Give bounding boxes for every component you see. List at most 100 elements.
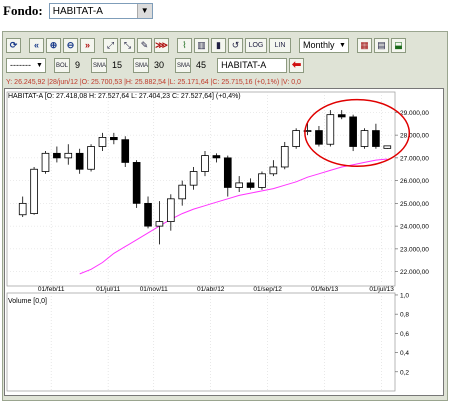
candle-up [166,198,175,222]
volume-tick-label: 0,2 [400,369,409,376]
candle-down [132,162,141,204]
y-tick-label: 29.000,00 [400,110,429,117]
price-frame [6,91,396,287]
volume-tick-label: 0,8 [400,312,409,319]
zoom-in-icon[interactable]: ⊕ [46,37,61,53]
volume-tick-label: 0,6 [400,331,409,338]
x-tick-label: 01/sep/12 [253,286,282,293]
fast-forward-icon[interactable]: ⋙ [154,37,169,53]
candle-down [53,152,61,159]
draw-line-icon[interactable]: ✎ [137,37,152,53]
candle-up [280,146,289,168]
undo-icon[interactable]: ↺ [228,37,243,53]
fondo-select[interactable]: HABITAT-A ▼ [48,3,153,19]
expand-icon[interactable]: ⤢ [103,37,118,53]
y-tick-label: 22.000,00 [400,269,429,276]
bar-chart-icon[interactable]: ▥ [194,37,209,53]
scroll-right-icon[interactable]: » [80,37,95,53]
candle-up [326,114,335,145]
sma-3-button[interactable]: SMA [175,57,192,73]
chevron-down-icon[interactable]: ▼ [136,4,152,18]
style-select-value: ------- [10,59,31,70]
ohlc-info: HABITAT-A [O: 27.418,08 H: 27.527,64 L: … [8,93,241,100]
candle-down [121,139,130,163]
x-tick-label: 01/jul/11 [96,286,120,293]
moving-average-line [79,158,388,275]
candle-up [258,173,266,188]
linear-scale-button[interactable]: LIN [269,37,291,53]
y-tick-label: 28.000,00 [400,133,429,140]
candle-up [155,221,164,227]
sma-2-value: 30 [154,60,165,70]
candle-up [30,168,38,215]
sma-3-value: 45 [196,60,207,70]
candle-down [144,202,152,227]
zoom-out-icon[interactable]: ⊖ [63,37,78,53]
candle-up [87,146,95,170]
arrow-left-icon[interactable]: ⬅ [289,57,305,73]
candle-down [212,155,221,159]
candle-up [64,152,73,159]
x-tick-label: 01/feb/11 [38,286,65,293]
sma-1-value: 15 [112,60,123,70]
candle-up [235,182,244,188]
candle-up [98,137,107,147]
line-chart-icon[interactable]: ⌇ [177,37,192,53]
candle-up [360,130,369,147]
bollinger-value: 9 [75,60,81,70]
candlestick-icon[interactable]: ▮ [211,37,226,53]
candle-down [372,130,380,147]
sma-2-button[interactable]: SMA [133,57,150,73]
y-tick-label: 24.000,00 [400,224,429,231]
export-icon[interactable]: ⬓ [391,37,406,53]
toolbar-primary: ⟳ « ⊕ ⊖ » ⤢ ⤡ ✎ ⋙ ⌇ ▥ ▮ ↺ LOG LIN Monthl… [6,37,406,53]
scroll-left-icon[interactable]: « [29,37,44,53]
period-select[interactable]: Monthly ▼ [299,37,349,53]
fondo-label: Fondo: [3,3,43,18]
refresh-icon[interactable]: ⟳ [6,37,21,53]
candle-down [315,130,323,145]
candle-down [223,157,232,188]
volume-label: Volume [0,0] [8,298,47,305]
candle-up [383,145,392,149]
x-tick-label: 01/jul/13 [369,286,394,293]
chevron-down-icon: ▼ [36,61,43,69]
x-tick-label: 01/abr/12 [197,286,225,293]
candle-down [110,137,118,141]
candle-up [269,166,278,175]
candle-up [201,155,209,172]
candle-down [337,114,346,118]
bollinger-button[interactable]: BOL [54,57,70,73]
candle-down [246,182,255,188]
candle-down [349,116,357,147]
chart-area[interactable]: 29.000,00 28.000,00 27.000,00 26.000,00 25.0… [4,88,444,396]
y-tick-label: 27.000,00 [400,155,429,162]
x-tick-label: 01/feb/13 [311,286,338,293]
candle-up [178,184,187,200]
table-icon[interactable]: ▤ [374,37,389,53]
fondo-select-value: HABITAT-A [52,6,103,17]
cursor-info: Y: 26.245,92 |28/jun/12 |O: 25.700,53 |H… [6,79,301,86]
symbol-input[interactable]: HABITAT-A [217,57,288,73]
toolbar-indicators: ------- ▼ BOL 9 SMA 15 SMA 30 SMA 45 HAB… [6,57,305,73]
y-tick-label: 23.000,00 [400,246,429,253]
sma-1-button[interactable]: SMA [91,57,108,73]
chevron-down-icon: ▼ [339,41,346,49]
period-select-value: Monthly [303,39,335,50]
y-tick-label: 25.000,00 [400,201,429,208]
volume-frame [6,292,396,392]
candle-up [41,152,50,172]
fondo-row: Fondo: HABITAT-A ▼ [3,2,153,20]
candle-up [18,202,27,216]
y-tick-label: 26.000,00 [400,178,429,185]
x-tick-label: 01/nov/11 [140,286,168,293]
shrink-icon[interactable]: ⤡ [120,37,135,53]
grid-icon[interactable]: ▦ [357,37,372,53]
log-scale-button[interactable]: LOG [245,37,267,53]
candlestick-chart[interactable]: 29.000,00 28.000,00 27.000,00 26.000,00 25.0… [5,89,443,395]
volume-tick-label: 1,0 [400,292,409,299]
volume-tick-label: 0,4 [400,350,409,357]
style-select[interactable]: ------- ▼ [6,57,46,73]
candle-down [75,152,84,170]
candle-up [292,130,300,147]
